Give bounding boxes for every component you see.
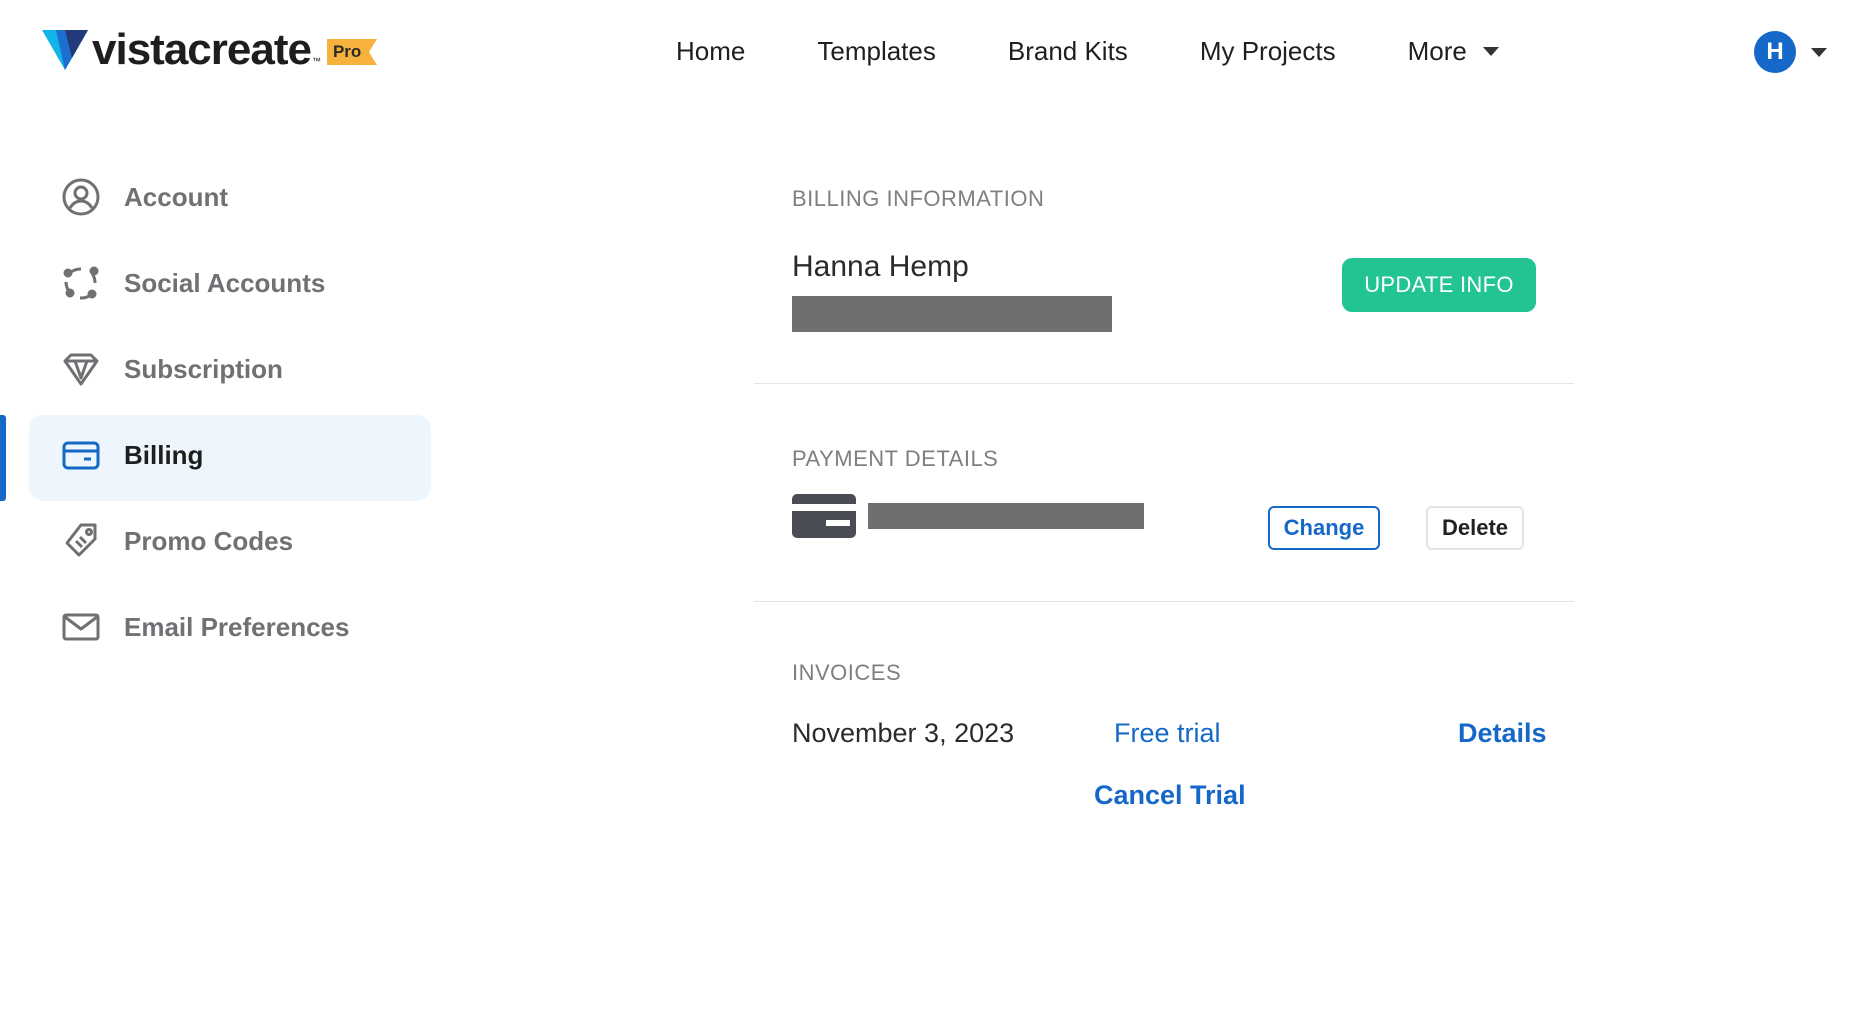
invoice-date: November 3, 2023 — [792, 718, 1015, 748]
diamond-icon — [60, 348, 102, 390]
envelope-icon — [60, 606, 102, 648]
vistacreate-logo[interactable]: vistacreate™ Pro — [42, 28, 377, 72]
billing-content: BILLING INFORMATION Hanna Hemp UPDATE IN… — [754, 150, 1574, 810]
redacted-address — [792, 296, 1112, 332]
account-circle-icon — [60, 176, 102, 218]
cancel-trial-link[interactable]: Cancel Trial — [1094, 780, 1246, 811]
payment-details-section: PAYMENT DETAILS Change Delete — [754, 384, 1574, 602]
logo-mark-icon — [42, 30, 88, 70]
nav-brand-kits[interactable]: Brand Kits — [1008, 36, 1128, 67]
section-title: BILLING INFORMATION — [792, 186, 1045, 211]
credit-card-icon — [60, 434, 102, 476]
nav-templates[interactable]: Templates — [817, 36, 936, 67]
active-indicator — [0, 415, 6, 501]
nav-home[interactable]: Home — [676, 36, 745, 67]
section-title: PAYMENT DETAILS — [792, 446, 999, 471]
billing-information-section: BILLING INFORMATION Hanna Hemp UPDATE IN… — [754, 150, 1574, 384]
sidebar-item-social-accounts[interactable]: Social Accounts — [0, 240, 440, 326]
nav-more[interactable]: More — [1408, 36, 1499, 67]
sidebar-item-account[interactable]: Account — [0, 154, 440, 240]
update-info-button[interactable]: UPDATE INFO — [1342, 258, 1536, 312]
invoices-section: INVOICES November 3, 2023 Free trial Det… — [754, 602, 1574, 810]
sidebar-item-label: Billing — [124, 439, 204, 470]
caret-down-icon[interactable] — [1811, 47, 1827, 57]
invoice-type-link[interactable]: Free trial — [1114, 718, 1221, 749]
redacted-card-number — [868, 503, 1144, 529]
sidebar-item-label: Subscription — [124, 353, 283, 384]
caret-down-icon — [1482, 47, 1499, 56]
avatar[interactable]: H — [1754, 31, 1796, 73]
sidebar-item-promo-codes[interactable]: Promo Codes — [0, 498, 440, 584]
tag-icon — [60, 520, 102, 562]
sidebar-item-email-preferences[interactable]: Email Preferences — [0, 584, 440, 670]
sidebar-item-label: Social Accounts — [124, 267, 326, 298]
top-header: vistacreate™ Pro Home Templates Brand Ki… — [0, 0, 1850, 106]
invoice-row: November 3, 2023 Free trial Details — [792, 718, 1574, 758]
logo-text: vistacreate™ — [92, 25, 321, 74]
sidebar-item-label: Promo Codes — [124, 525, 294, 556]
change-card-button[interactable]: Change — [1268, 506, 1380, 550]
sidebar-item-subscription[interactable]: Subscription — [0, 326, 440, 412]
sidebar-item-label: Account — [124, 181, 228, 212]
main-nav: Home Templates Brand Kits My Projects Mo… — [676, 36, 1499, 67]
sidebar-item-billing[interactable]: Billing — [0, 412, 440, 501]
user-menu[interactable]: H — [1754, 31, 1827, 73]
nav-my-projects[interactable]: My Projects — [1200, 36, 1336, 67]
sidebar-item-label: Email Preferences — [124, 611, 350, 642]
delete-card-button[interactable]: Delete — [1426, 506, 1524, 550]
settings-sidebar: Account Social Accounts Subscription Bil… — [0, 154, 440, 670]
section-title: INVOICES — [792, 660, 902, 685]
card-icon — [792, 494, 856, 538]
invoice-details-link[interactable]: Details — [1458, 718, 1547, 749]
pro-badge: Pro — [326, 39, 377, 65]
social-network-icon — [60, 262, 102, 304]
